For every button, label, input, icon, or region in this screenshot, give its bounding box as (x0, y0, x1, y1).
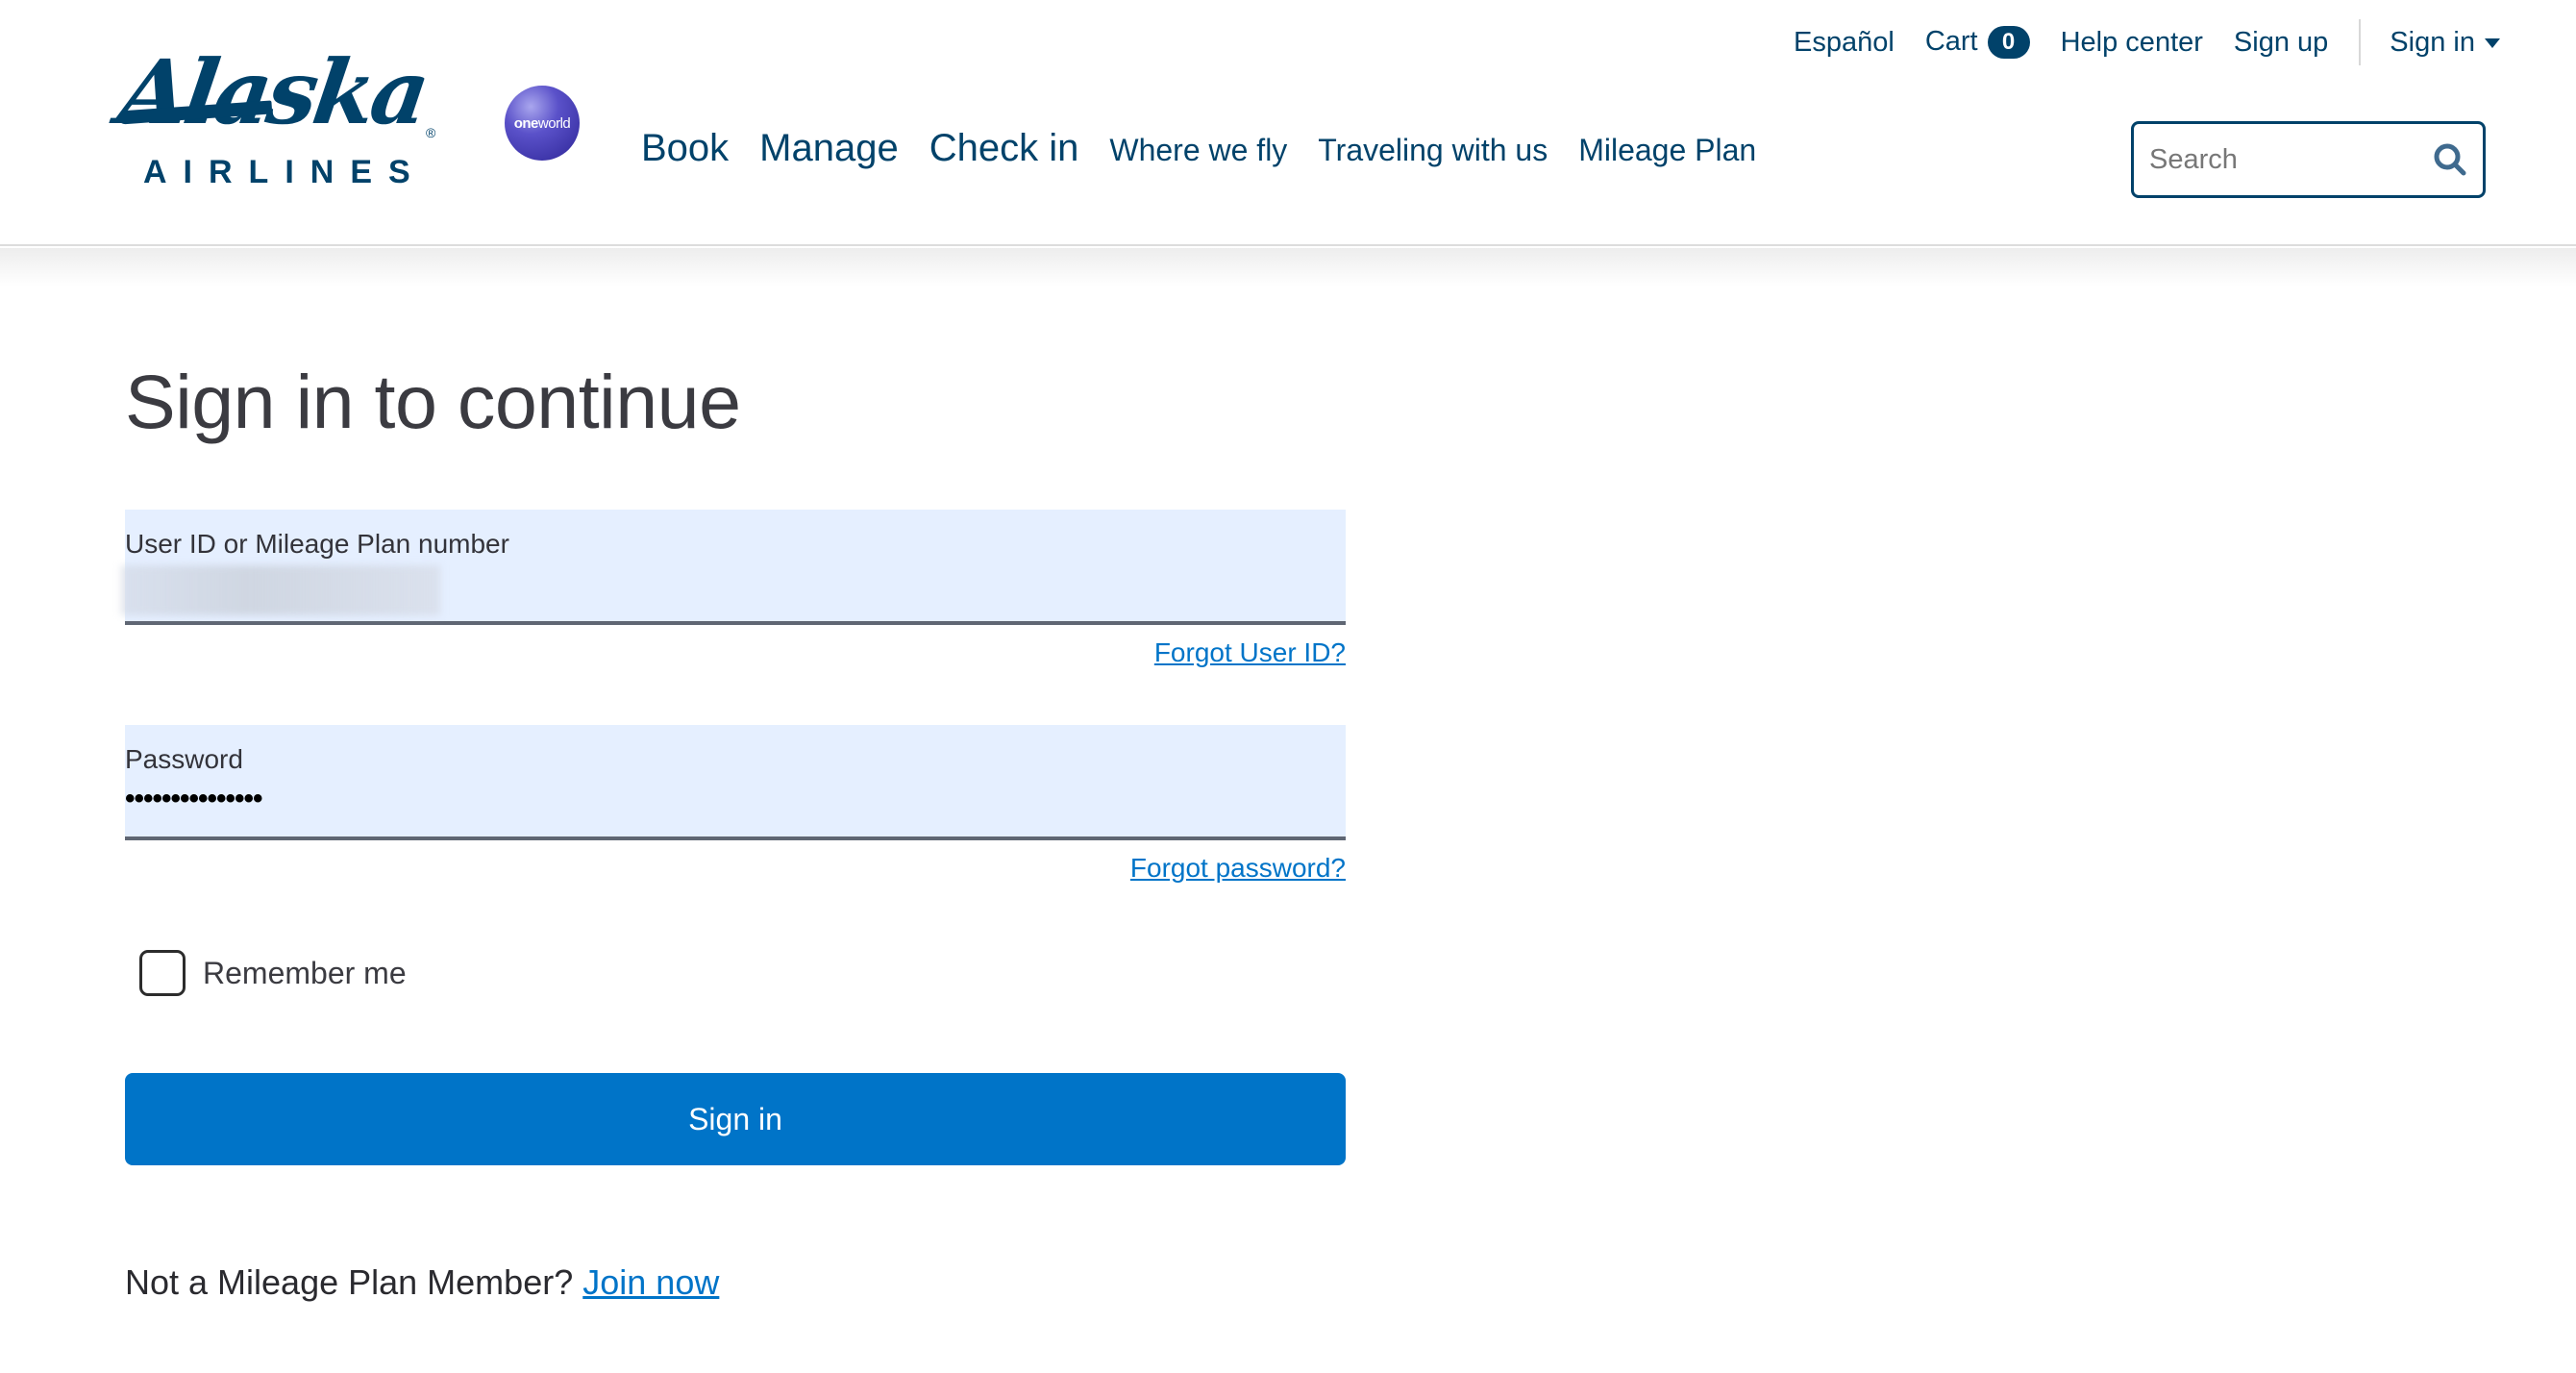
sign-in-label: Sign in (2390, 26, 2475, 58)
nav-check-in[interactable]: Check in (929, 127, 1079, 170)
oneworld-text-bold: one (513, 114, 539, 132)
search-icon[interactable] (2433, 142, 2467, 177)
nav-where-we-fly[interactable]: Where we fly (1109, 133, 1287, 168)
oneworld-text-rest: world (537, 114, 571, 132)
main-nav: Book Manage Check in Where we fly Travel… (641, 127, 1787, 170)
utility-divider (2359, 19, 2362, 65)
sign-up-link[interactable]: Sign up (2234, 27, 2328, 59)
oneworld-logo[interactable]: oneworld (505, 86, 580, 161)
user-id-field[interactable]: User ID or Mileage Plan number (121, 510, 1346, 625)
join-prompt: Not a Mileage Plan Member? Join now (125, 1262, 719, 1303)
nav-manage[interactable]: Manage (759, 127, 899, 170)
cart-count-badge: 0 (1987, 26, 2030, 60)
password-label: Password (125, 744, 243, 774)
logo-registered-mark: ® (426, 125, 436, 140)
header-shadow (0, 248, 2576, 287)
nav-traveling-with-us[interactable]: Traveling with us (1318, 133, 1548, 168)
logo-wordmark: Alaska (112, 40, 433, 144)
sign-in-dropdown[interactable]: Sign in (2390, 27, 2500, 59)
forgot-user-id-link[interactable]: Forgot User ID? (1154, 637, 1346, 668)
logo-airlines-text: AIRLINES (143, 154, 427, 190)
nav-mileage-plan[interactable]: Mileage Plan (1578, 133, 1756, 168)
cart-label: Cart (1924, 25, 1978, 57)
join-now-link[interactable]: Join now (582, 1262, 719, 1302)
remember-me-control[interactable]: Remember me (139, 950, 407, 996)
password-field[interactable]: Password ••••••••••••••• (125, 725, 1346, 840)
user-id-label: User ID or Mileage Plan number (125, 529, 509, 559)
nav-book[interactable]: Book (641, 127, 729, 170)
cart-link[interactable]: Cart 0 (1924, 25, 2030, 60)
espanol-link[interactable]: Español (1794, 27, 1895, 59)
alaska-airlines-logo[interactable]: Alaska ® AIRLINES (112, 40, 437, 192)
join-prompt-text: Not a Mileage Plan Member? (125, 1262, 574, 1302)
oneworld-text: oneworld (514, 115, 571, 132)
password-input[interactable]: ••••••••••••••• (125, 783, 263, 815)
user-id-input[interactable] (125, 567, 1336, 610)
help-center-link[interactable]: Help center (2061, 27, 2203, 59)
search-box (2131, 121, 2486, 198)
caret-down-icon (2484, 37, 2500, 48)
sign-in-button[interactable]: Sign in (125, 1073, 1346, 1165)
site-header: Alaska ® AIRLINES oneworld Español Cart 0… (0, 0, 2576, 246)
utility-nav: Español Cart 0 Help center Sign up Sign i… (1794, 19, 2500, 65)
search-input[interactable] (2149, 124, 2418, 195)
page-title: Sign in to continue (125, 359, 741, 444)
forgot-password-link[interactable]: Forgot password? (1130, 853, 1346, 884)
remember-me-checkbox[interactable] (139, 950, 186, 996)
remember-me-label: Remember me (203, 955, 407, 990)
